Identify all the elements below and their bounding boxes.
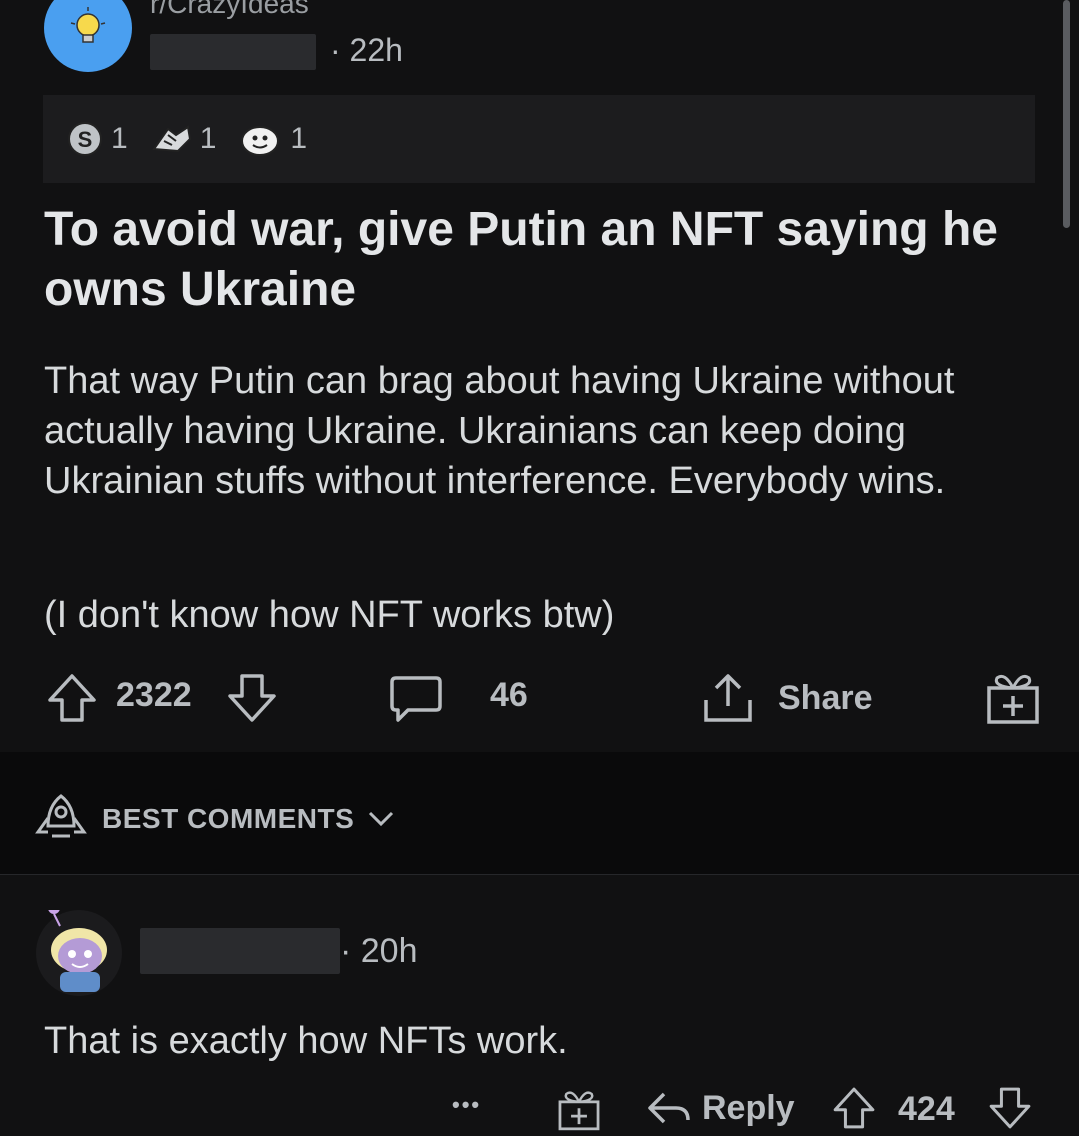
snoo-avatar-icon: [48, 910, 107, 992]
upvote-arrow-icon: [48, 674, 96, 722]
reply-label: Reply: [702, 1088, 795, 1127]
post-title[interactable]: To avoid war, give Putin an NFT saying h…: [44, 200, 1004, 320]
sort-label: BEST COMMENTS: [102, 803, 355, 834]
post-time: · 22h: [330, 32, 403, 68]
silver-award-icon: S: [68, 122, 102, 156]
post-vote-count: 2322: [116, 676, 192, 714]
subreddit-avatar[interactable]: [44, 0, 132, 72]
reply-arrow-icon: [648, 1092, 690, 1124]
comment-time: · 20h: [340, 932, 418, 970]
downvote-arrow-icon: [989, 1087, 1031, 1129]
chevron-down-icon: [369, 811, 394, 827]
lightbulb-icon: [70, 7, 106, 43]
comment-award-button[interactable]: [556, 1086, 602, 1132]
wholesome-award-icon: [241, 126, 280, 156]
redacted-commenter: [140, 928, 340, 974]
give-award-button[interactable]: [985, 668, 1041, 726]
award-silver[interactable]: S 1: [65, 119, 128, 159]
post-aside: (I don't know how NFT works btw): [44, 594, 615, 636]
comment-body: That is exactly how NFTs work.: [44, 1020, 568, 1062]
upvote-button[interactable]: [44, 670, 100, 726]
scrollbar[interactable]: [1063, 0, 1070, 228]
redacted-username: [150, 34, 316, 70]
share-button[interactable]: Share: [700, 670, 873, 726]
downvote-button[interactable]: [224, 670, 280, 726]
post-body: That way Putin can brag about having Ukr…: [44, 360, 955, 502]
comments-button[interactable]: [388, 672, 444, 726]
rocket-icon: [35, 794, 87, 838]
comment-upvote-button[interactable]: [830, 1082, 878, 1134]
comment-actions: ••• Reply 424: [0, 1080, 1079, 1136]
post-actions: 2322 46 Share: [0, 666, 1079, 730]
sort-comments-button[interactable]: BEST COMMENTS: [34, 792, 396, 846]
comments-header: BEST COMMENTS: [0, 752, 1079, 874]
svg-text:S: S: [78, 127, 93, 152]
share-icon: [704, 674, 752, 722]
award-helpful[interactable]: 1: [150, 119, 216, 159]
gift-icon: [987, 674, 1039, 724]
upvote-arrow-icon: [833, 1087, 875, 1129]
divider: [0, 874, 1079, 875]
downvote-arrow-icon: [228, 674, 276, 722]
share-label: Share: [778, 678, 873, 717]
comment-avatar[interactable]: [36, 910, 122, 996]
award-wholesome[interactable]: 1: [238, 119, 307, 159]
helpful-award-icon: [151, 125, 191, 153]
subreddit-name[interactable]: r/CrazyIdeas: [150, 0, 309, 20]
comment-downvote-button[interactable]: [986, 1082, 1034, 1134]
comment-vote-count: 424: [898, 1090, 955, 1128]
comment-bubble-icon: [390, 676, 442, 722]
gift-icon: [558, 1091, 600, 1131]
awards-bar[interactable]: S 1 1 1: [43, 95, 1035, 183]
post-card: r/CrazyIdeas · 22h S 1 1 1 To avoid war,…: [0, 0, 1079, 752]
more-options-button[interactable]: •••: [452, 1092, 481, 1118]
reply-button[interactable]: Reply: [646, 1086, 795, 1130]
comment-count: 46: [490, 676, 528, 714]
